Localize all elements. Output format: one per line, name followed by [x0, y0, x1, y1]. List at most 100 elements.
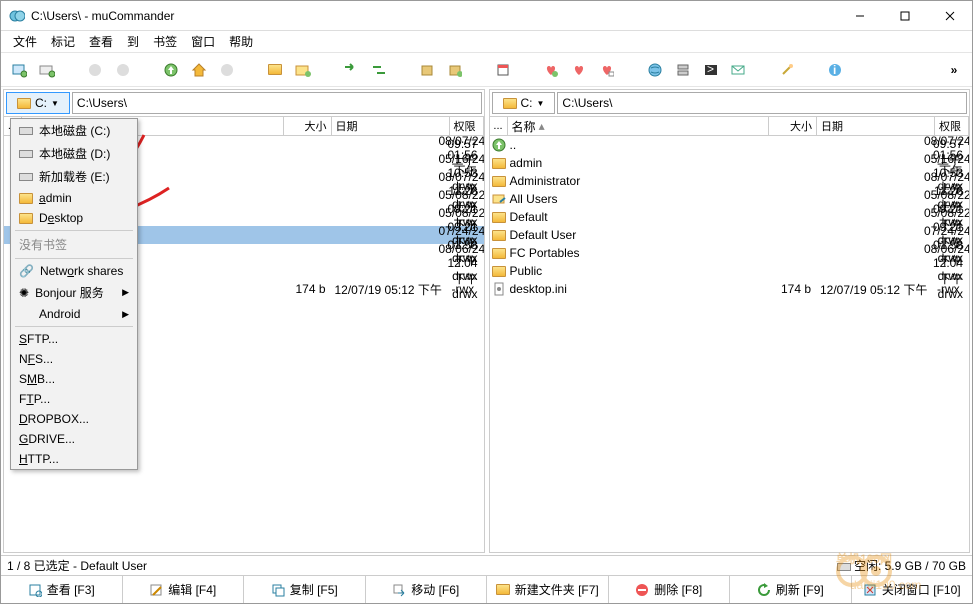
row-size: 174 b [284, 282, 332, 296]
mail-icon[interactable] [729, 60, 749, 80]
row-icon [490, 266, 508, 277]
file-row[interactable]: desktop.ini174 b12/07/19 05:12 下午-rwx [490, 280, 970, 298]
disk-icon [19, 150, 33, 158]
parent-icon[interactable] [161, 60, 181, 80]
col-toggle[interactable]: ... [490, 117, 508, 135]
col-size[interactable]: 大小 [769, 117, 817, 135]
minimize-button[interactable] [837, 1, 882, 30]
btn-move[interactable]: 移动 [F6] [366, 576, 488, 603]
wand-icon[interactable] [777, 60, 797, 80]
file-row[interactable]: Administrator05/16/24 10:53 上午drwx [490, 172, 970, 190]
menu-mark[interactable]: 标记 [45, 31, 81, 52]
col-date[interactable]: 日期 [332, 117, 450, 135]
left-pane: C: ▼ 本地磁盘 (C:) 本地磁盘 (D:) 新加载卷 (E:) admin… [3, 89, 485, 553]
terminal-icon[interactable]: > [701, 60, 721, 80]
row-date: 12/07/19 05:12 下午 [332, 281, 450, 298]
globe-icon[interactable] [645, 60, 665, 80]
col-perm[interactable]: 权限 [450, 117, 484, 135]
right-drive-row: C: ▼ [490, 90, 970, 116]
file-row[interactable]: All Users08/07/24 11:26 上午lrwx [490, 190, 970, 208]
disk-icon [19, 173, 33, 181]
more-icon[interactable]: » [944, 60, 964, 80]
dd-sftp[interactable]: SFTP... [11, 329, 137, 349]
folder-open-icon[interactable] [265, 60, 285, 80]
btn-delete[interactable]: 删除 [F8] [609, 576, 731, 603]
menu-bar: 文件 标记 查看 到 书签 窗口 帮助 [1, 31, 972, 53]
dd-smb[interactable]: SMB... [11, 369, 137, 389]
left-drive-button[interactable]: C: ▼ [6, 92, 70, 114]
btn-copy[interactable]: 复制 [F5] [244, 576, 366, 603]
right-drive-button[interactable]: C: ▼ [492, 92, 556, 114]
menu-view[interactable]: 查看 [83, 31, 119, 52]
window-title: C:\Users\ - muCommander [31, 9, 837, 23]
btn-view[interactable]: 查看 [F3] [1, 576, 123, 603]
row-icon [490, 230, 508, 241]
file-row[interactable]: Default User05/08/22 09:21 下午drwx [490, 226, 970, 244]
heart-add-icon[interactable] [541, 60, 561, 80]
dd-drive-d[interactable]: 本地磁盘 (D:) [11, 142, 137, 165]
dd-desktop[interactable]: Desktop [11, 208, 137, 228]
heart-icon[interactable] [569, 60, 589, 80]
swap-icon[interactable] [341, 60, 361, 80]
btn-edit[interactable]: 编辑 [F4] [123, 576, 245, 603]
maximize-button[interactable] [882, 1, 927, 30]
btn-mkdir[interactable]: 新建文件夹 [F7] [487, 576, 609, 603]
pack-icon[interactable] [417, 60, 437, 80]
svg-text:i: i [833, 63, 836, 77]
right-header: ... 名称 ▴ 大小 日期 权限 [490, 116, 970, 136]
menu-file[interactable]: 文件 [7, 31, 43, 52]
drive-dropdown: 本地磁盘 (C:) 本地磁盘 (D:) 新加载卷 (E:) admin Desk… [10, 118, 138, 470]
btn-close[interactable]: 关闭窗口 [F10] [852, 576, 973, 603]
sync-icon[interactable] [369, 60, 389, 80]
file-row[interactable]: Default05/08/22 09:21 下午drwx [490, 208, 970, 226]
dd-gdrive[interactable]: GDRIVE... [11, 429, 137, 449]
dd-bonjour[interactable]: ✺Bonjour 服务▶ [11, 281, 137, 304]
back-icon[interactable] [85, 60, 105, 80]
dd-admin[interactable]: admin [11, 188, 137, 208]
new-window-icon[interactable] [9, 60, 29, 80]
dd-network-shares[interactable]: 🔗Network shares [11, 261, 137, 281]
row-name: desktop.ini [508, 282, 770, 296]
menu-window[interactable]: 窗口 [185, 31, 221, 52]
right-file-list[interactable]: ..07/10/24 09:57 上午admin08/07/24 01:56 下… [490, 136, 970, 552]
right-path-input[interactable] [557, 92, 967, 114]
file-row[interactable]: ..07/10/24 09:57 上午 [490, 136, 970, 154]
menu-bookmarks[interactable]: 书签 [147, 31, 183, 52]
info-icon[interactable]: i [825, 60, 845, 80]
file-row[interactable]: FC Portables07/24/24 01:58 下午drwx [490, 244, 970, 262]
heart-list-icon[interactable] [597, 60, 617, 80]
dd-nfs[interactable]: NFS... [11, 349, 137, 369]
menu-help[interactable]: 帮助 [223, 31, 259, 52]
dd-http[interactable]: HTTP... [11, 449, 137, 469]
row-icon [490, 158, 508, 169]
dd-android[interactable]: Android▶ [11, 304, 137, 324]
close-button[interactable] [927, 1, 972, 30]
disk-free-status: 空闲: 5.9 GB / 70 GB [837, 557, 966, 574]
row-name: Default User [508, 228, 922, 242]
dd-ftp[interactable]: FTP... [11, 389, 137, 409]
row-perm: -rwx [450, 282, 484, 296]
unpack-icon[interactable] [445, 60, 465, 80]
dd-drive-c[interactable]: 本地磁盘 (C:) [11, 119, 137, 142]
new-tab-icon[interactable] [37, 60, 57, 80]
stop-icon[interactable] [217, 60, 237, 80]
file-row[interactable]: Public08/06/24 12:04 下午drwx [490, 262, 970, 280]
folder-icon [19, 213, 33, 224]
menu-go[interactable]: 到 [121, 31, 145, 52]
file-row[interactable]: admin08/07/24 01:56 下午drwx [490, 154, 970, 172]
row-size: 174 b [769, 282, 817, 296]
home-icon[interactable] [189, 60, 209, 80]
left-path-input[interactable] [72, 92, 482, 114]
col-date[interactable]: 日期 [817, 117, 935, 135]
btn-refresh[interactable]: 刷新 [F9] [730, 576, 852, 603]
dd-drive-e[interactable]: 新加载卷 (E:) [11, 165, 137, 188]
col-name[interactable]: 名称 ▴ [508, 117, 770, 135]
row-name: Public [508, 264, 922, 278]
col-perm[interactable]: 权限 [935, 117, 969, 135]
forward-icon[interactable] [113, 60, 133, 80]
server-icon[interactable] [673, 60, 693, 80]
calendar-icon[interactable] [493, 60, 513, 80]
folder-new-icon[interactable] [293, 60, 313, 80]
col-size[interactable]: 大小 [284, 117, 332, 135]
dd-dropbox[interactable]: DROPBOX... [11, 409, 137, 429]
